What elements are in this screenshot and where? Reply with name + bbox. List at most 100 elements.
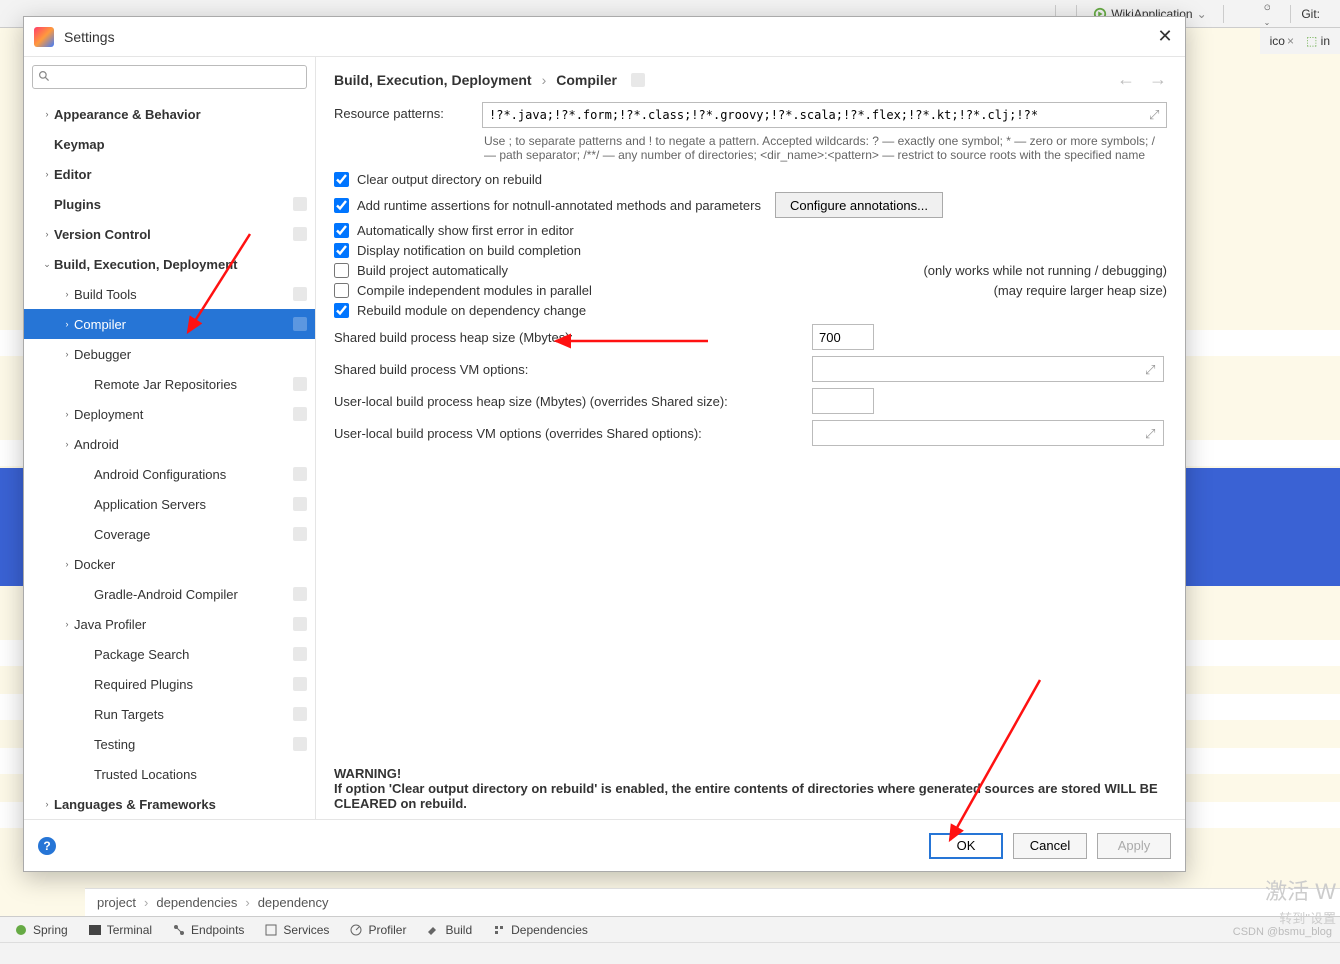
project-scope-icon xyxy=(293,677,307,691)
project-scope-icon xyxy=(293,317,307,331)
tree-item-run-targets[interactable]: Run Targets xyxy=(24,699,315,729)
tab-in[interactable]: ⬚ in xyxy=(1306,34,1330,48)
tree-item-label: Compiler xyxy=(74,317,293,332)
project-scope-icon xyxy=(293,617,307,631)
shared-heap-input[interactable] xyxy=(812,324,874,350)
tree-item-build-execution-deployment[interactable]: ⌄Build, Execution, Deployment xyxy=(24,249,315,279)
tree-item-testing[interactable]: Testing xyxy=(24,729,315,759)
chk-show-first-error[interactable] xyxy=(334,223,349,238)
tree-item-label: Docker xyxy=(74,557,307,572)
tree-item-label: Required Plugins xyxy=(94,677,293,692)
user-heap-input[interactable] xyxy=(812,388,874,414)
tree-item-trusted-locations[interactable]: Trusted Locations xyxy=(24,759,315,789)
tree-item-label: Deployment xyxy=(74,407,293,422)
toolwindow-terminal[interactable]: Terminal xyxy=(88,923,152,937)
settings-tree: ›Appearance & Behavior Keymap ›EditorPlugi… xyxy=(24,97,315,819)
tree-item-appearance-behavior[interactable]: ›Appearance & Behavior xyxy=(24,99,315,129)
toolwindow-profiler[interactable]: Profiler xyxy=(349,923,406,937)
project-scope-icon xyxy=(293,287,307,301)
chk-clear-output[interactable] xyxy=(334,172,349,187)
tree-item-label: Coverage xyxy=(94,527,293,542)
help-icon[interactable]: ? xyxy=(38,837,56,855)
user-heap-label: User-local build process heap size (Mbyt… xyxy=(334,394,812,409)
nav-forward-icon[interactable]: → xyxy=(1149,69,1167,90)
tree-item-label: Build Tools xyxy=(74,287,293,302)
status-bar xyxy=(0,942,1340,964)
shared-heap-label: Shared build process heap size (Mbytes): xyxy=(334,330,812,345)
expand-icon[interactable]: ⤢ xyxy=(1145,362,1159,376)
project-scope-icon xyxy=(293,467,307,481)
resource-patterns-label: Resource patterns: xyxy=(334,102,482,121)
chk-runtime-assert[interactable] xyxy=(334,198,349,213)
toolwindow-build[interactable]: Build xyxy=(426,923,472,937)
project-scope-icon xyxy=(293,197,307,211)
toolwindow-dependencies[interactable]: Dependencies xyxy=(492,923,588,937)
tree-item-label: Trusted Locations xyxy=(94,767,307,782)
app-icon xyxy=(34,27,54,47)
tree-item-label: Java Profiler xyxy=(74,617,293,632)
tree-item-package-search[interactable]: Package Search xyxy=(24,639,315,669)
configure-annotations-button[interactable]: Configure annotations... xyxy=(775,192,943,218)
dialog-title: Settings xyxy=(64,29,115,45)
apply-button[interactable]: Apply xyxy=(1097,833,1171,859)
chk-build-notification[interactable] xyxy=(334,243,349,258)
git-label: Git: xyxy=(1301,7,1320,21)
tree-item-label: Debugger xyxy=(74,347,307,362)
tree-item-label: Version Control xyxy=(54,227,293,242)
tree-item-label: Android xyxy=(74,437,307,452)
cancel-button[interactable]: Cancel xyxy=(1013,833,1087,859)
nav-back-icon[interactable]: ← xyxy=(1117,69,1135,90)
shared-vm-input[interactable]: ⤢ xyxy=(812,356,1164,382)
user-vm-label: User-local build process VM options (ove… xyxy=(334,426,812,441)
tree-item-gradle-android-compiler[interactable]: Gradle-Android Compiler xyxy=(24,579,315,609)
tree-item-label: Keymap xyxy=(54,137,307,152)
tree-item-java-profiler[interactable]: ›Java Profiler xyxy=(24,609,315,639)
tool-window-bar: Spring Terminal Endpoints Services Profiler B… xyxy=(0,916,1340,942)
tree-item-keymap[interactable]: Keymap xyxy=(24,129,315,159)
expand-icon[interactable]: ⤢ xyxy=(1145,426,1159,440)
dialog-titlebar: Settings ✕ xyxy=(24,17,1185,57)
toolwindow-spring[interactable]: Spring xyxy=(14,923,68,937)
close-icon[interactable]: ✕ xyxy=(1155,26,1175,47)
resource-patterns-input[interactable] xyxy=(482,102,1167,128)
tree-item-compiler[interactable]: ›Compiler xyxy=(24,309,315,339)
toolwindow-endpoints[interactable]: Endpoints xyxy=(172,923,244,937)
ok-button[interactable]: OK xyxy=(929,833,1003,859)
tree-item-docker[interactable]: ›Docker xyxy=(24,549,315,579)
project-scope-icon xyxy=(293,647,307,661)
tree-item-editor[interactable]: ›Editor xyxy=(24,159,315,189)
project-scope-icon xyxy=(293,407,307,421)
project-scope-icon xyxy=(293,527,307,541)
tree-item-label: Package Search xyxy=(94,647,293,662)
tree-item-remote-jar-repositories[interactable]: Remote Jar Repositories xyxy=(24,369,315,399)
tree-item-required-plugins[interactable]: Required Plugins xyxy=(24,669,315,699)
tree-item-label: Remote Jar Repositories xyxy=(94,377,293,392)
chk-rebuild-dependency[interactable] xyxy=(334,303,349,318)
tree-item-label: Gradle-Android Compiler xyxy=(94,587,293,602)
tree-item-plugins[interactable]: Plugins xyxy=(24,189,315,219)
chk-compile-parallel[interactable] xyxy=(334,283,349,298)
tree-item-debugger[interactable]: ›Debugger xyxy=(24,339,315,369)
expand-icon[interactable]: ⤢ xyxy=(1149,107,1163,121)
tree-item-label: Run Targets xyxy=(94,707,293,722)
tree-item-application-servers[interactable]: Application Servers xyxy=(24,489,315,519)
tree-item-version-control[interactable]: ›Version Control xyxy=(24,219,315,249)
tree-item-android[interactable]: ›Android xyxy=(24,429,315,459)
toolwindow-services[interactable]: Services xyxy=(264,923,329,937)
tree-item-label: Editor xyxy=(54,167,307,182)
tree-item-label: Testing xyxy=(94,737,293,752)
profiler-icon[interactable]: ⌄ xyxy=(1264,0,1271,28)
chk-build-automatically[interactable] xyxy=(334,263,349,278)
tree-item-coverage[interactable]: Coverage xyxy=(24,519,315,549)
user-vm-input[interactable]: ⤢ xyxy=(812,420,1164,446)
tab-ico[interactable]: ico× xyxy=(1270,34,1294,48)
tree-item-build-tools[interactable]: ›Build Tools xyxy=(24,279,315,309)
project-scope-icon xyxy=(293,737,307,751)
tree-item-languages-frameworks[interactable]: ›Languages & Frameworks xyxy=(24,789,315,819)
search-input[interactable] xyxy=(32,65,307,89)
tree-item-deployment[interactable]: ›Deployment xyxy=(24,399,315,429)
breadcrumb: Build, Execution, Deployment›Compiler xyxy=(334,72,645,88)
project-scope-icon xyxy=(293,227,307,241)
tree-item-android-configurations[interactable]: Android Configurations xyxy=(24,459,315,489)
project-scope-icon xyxy=(293,497,307,511)
